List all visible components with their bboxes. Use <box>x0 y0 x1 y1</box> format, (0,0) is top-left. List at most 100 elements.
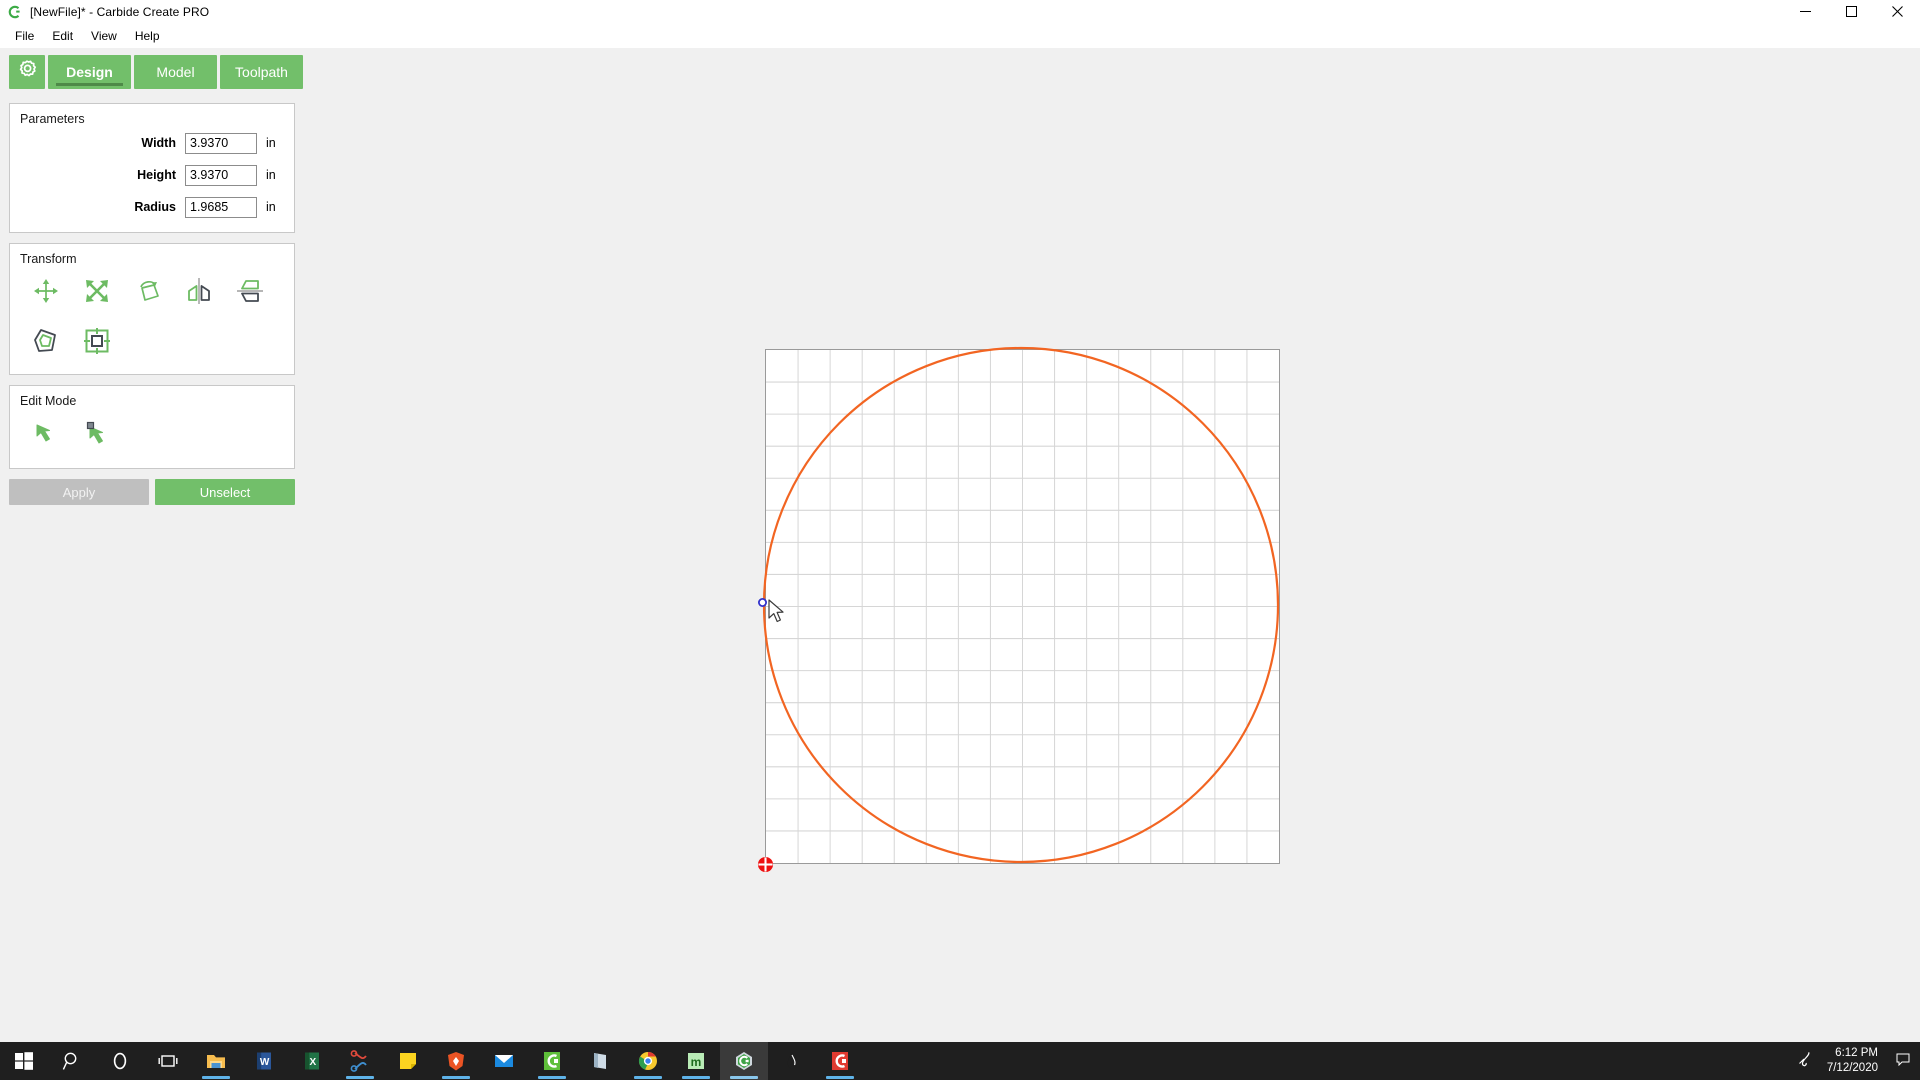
folder-icon <box>205 1050 227 1072</box>
maximize-button[interactable] <box>1828 0 1874 23</box>
carbide-motion-app[interactable] <box>528 1042 576 1080</box>
ink-pen-button[interactable] <box>1795 1050 1817 1072</box>
edit-mode-title: Edit Mode <box>20 394 77 408</box>
scissors-icon <box>349 1050 371 1072</box>
rotate-icon <box>133 276 163 311</box>
menu-view[interactable]: View <box>82 25 126 47</box>
tab-toolpath[interactable]: Toolpath <box>220 55 303 89</box>
windows-logo-icon <box>13 1050 35 1072</box>
window-controls <box>1782 0 1920 23</box>
brave-lion-icon <box>445 1050 467 1072</box>
carbide-c-icon <box>6 4 22 20</box>
carbide-red-app[interactable] <box>816 1042 864 1080</box>
clock[interactable]: 6:12 PM 7/12/2020 <box>1827 1046 1884 1076</box>
inkscape-app[interactable] <box>768 1042 816 1080</box>
m-letter-icon: m <box>685 1050 707 1072</box>
move-icon <box>31 276 61 311</box>
shape-node-handle[interactable] <box>758 598 767 607</box>
select-cursor-tool-button[interactable] <box>20 414 71 458</box>
search-icon <box>61 1050 83 1072</box>
ink-drop-icon <box>781 1050 803 1072</box>
app-body: Design Model Toolpath Parameters Width i… <box>0 48 1920 1042</box>
height-input[interactable] <box>185 164 257 186</box>
meshcam-app[interactable]: m <box>672 1042 720 1080</box>
ink-pen-icon <box>1795 1049 1815 1074</box>
clock-date: 7/12/2020 <box>1826 1062 1878 1074</box>
cortana-circle-icon <box>109 1050 131 1072</box>
mode-tab-bar: Design Model Toolpath <box>0 48 1920 89</box>
title-bar: [NewFile]* - Carbide Create PRO <box>0 0 1920 23</box>
height-row: Height in <box>20 164 284 186</box>
radius-row: Radius in <box>20 196 284 218</box>
tab-model[interactable]: Model <box>134 55 217 89</box>
tab-design[interactable]: Design <box>48 55 131 89</box>
transform-panel: Transform <box>9 243 295 375</box>
excel-app[interactable]: X <box>288 1042 336 1080</box>
mail-app[interactable] <box>480 1042 528 1080</box>
brave-browser[interactable] <box>432 1042 480 1080</box>
action-center-icon <box>1896 1052 1910 1071</box>
search-button[interactable] <box>48 1042 96 1080</box>
menu-help[interactable]: Help <box>126 25 169 47</box>
array-align-icon <box>82 326 112 361</box>
menu-edit[interactable]: Edit <box>43 25 82 47</box>
close-button[interactable] <box>1874 0 1920 23</box>
carbide-create-app[interactable] <box>720 1042 768 1080</box>
action-button-row: Apply Unselect <box>9 479 295 505</box>
parameters-title: Parameters <box>20 112 85 126</box>
start-button[interactable] <box>0 1042 48 1080</box>
unselect-button[interactable]: Unselect <box>155 479 295 505</box>
radius-label: Radius <box>134 200 176 214</box>
design-canvas[interactable] <box>300 96 1920 1004</box>
action-center-button[interactable] <box>1894 1042 1912 1080</box>
window-title: [NewFile]* - Carbide Create PRO <box>30 4 210 19</box>
mirror-vertical-tool-button[interactable] <box>224 268 275 318</box>
transform-tool-grid <box>20 268 284 368</box>
edit-mode-tool-grid <box>20 414 284 458</box>
move-tool-button[interactable] <box>20 268 71 318</box>
red-c-icon <box>829 1050 851 1072</box>
chrome-icon <box>637 1050 659 1072</box>
width-row: Width in <box>20 132 284 154</box>
node-edit-cursor-icon <box>82 419 112 454</box>
sticky-note-icon <box>397 1050 419 1072</box>
file-explorer[interactable] <box>192 1042 240 1080</box>
excel-x-icon: X <box>301 1050 323 1072</box>
svg-text:X: X <box>309 1057 316 1068</box>
clock-time: 6:12 PM <box>1835 1047 1878 1059</box>
offset-path-icon <box>31 326 61 361</box>
gear-icon <box>15 58 39 87</box>
parameters-panel: Parameters Width in Height in Radius in <box>9 103 295 233</box>
apply-button[interactable]: Apply <box>9 479 149 505</box>
mirror-horizontal-tool-button[interactable] <box>173 268 224 318</box>
height-unit: in <box>266 168 276 182</box>
width-unit: in <box>266 136 276 150</box>
circle-vector[interactable] <box>750 334 1310 894</box>
offset-path-tool-button[interactable] <box>20 318 71 368</box>
system-tray: 6:12 PM 7/12/2020 <box>1795 1042 1920 1080</box>
word-app[interactable]: W <box>240 1042 288 1080</box>
rotate-tool-button[interactable] <box>122 268 173 318</box>
book-icon <box>589 1050 611 1072</box>
chrome-browser[interactable] <box>624 1042 672 1080</box>
transform-title: Transform <box>20 252 77 266</box>
menu-file[interactable]: File <box>6 25 43 47</box>
minimize-button[interactable] <box>1782 0 1828 23</box>
radius-input[interactable] <box>185 196 257 218</box>
onedrive-app[interactable] <box>576 1042 624 1080</box>
svg-text:W: W <box>260 1057 270 1068</box>
width-input[interactable] <box>185 132 257 154</box>
settings-gear-button[interactable] <box>9 55 45 89</box>
sticky-notes-app[interactable] <box>384 1042 432 1080</box>
cortana-button[interactable] <box>96 1042 144 1080</box>
mail-envelope-icon <box>493 1050 515 1072</box>
word-w-icon: W <box>253 1050 275 1072</box>
array-align-tool-button[interactable] <box>71 318 122 368</box>
task-view-button[interactable] <box>144 1042 192 1080</box>
mirror-horizontal-icon <box>184 276 214 311</box>
mirror-vertical-icon <box>235 276 265 311</box>
scale-tool-button[interactable] <box>71 268 122 318</box>
width-label: Width <box>141 136 176 150</box>
snipping-tool-app[interactable] <box>336 1042 384 1080</box>
node-edit-cursor-tool-button[interactable] <box>71 414 122 458</box>
